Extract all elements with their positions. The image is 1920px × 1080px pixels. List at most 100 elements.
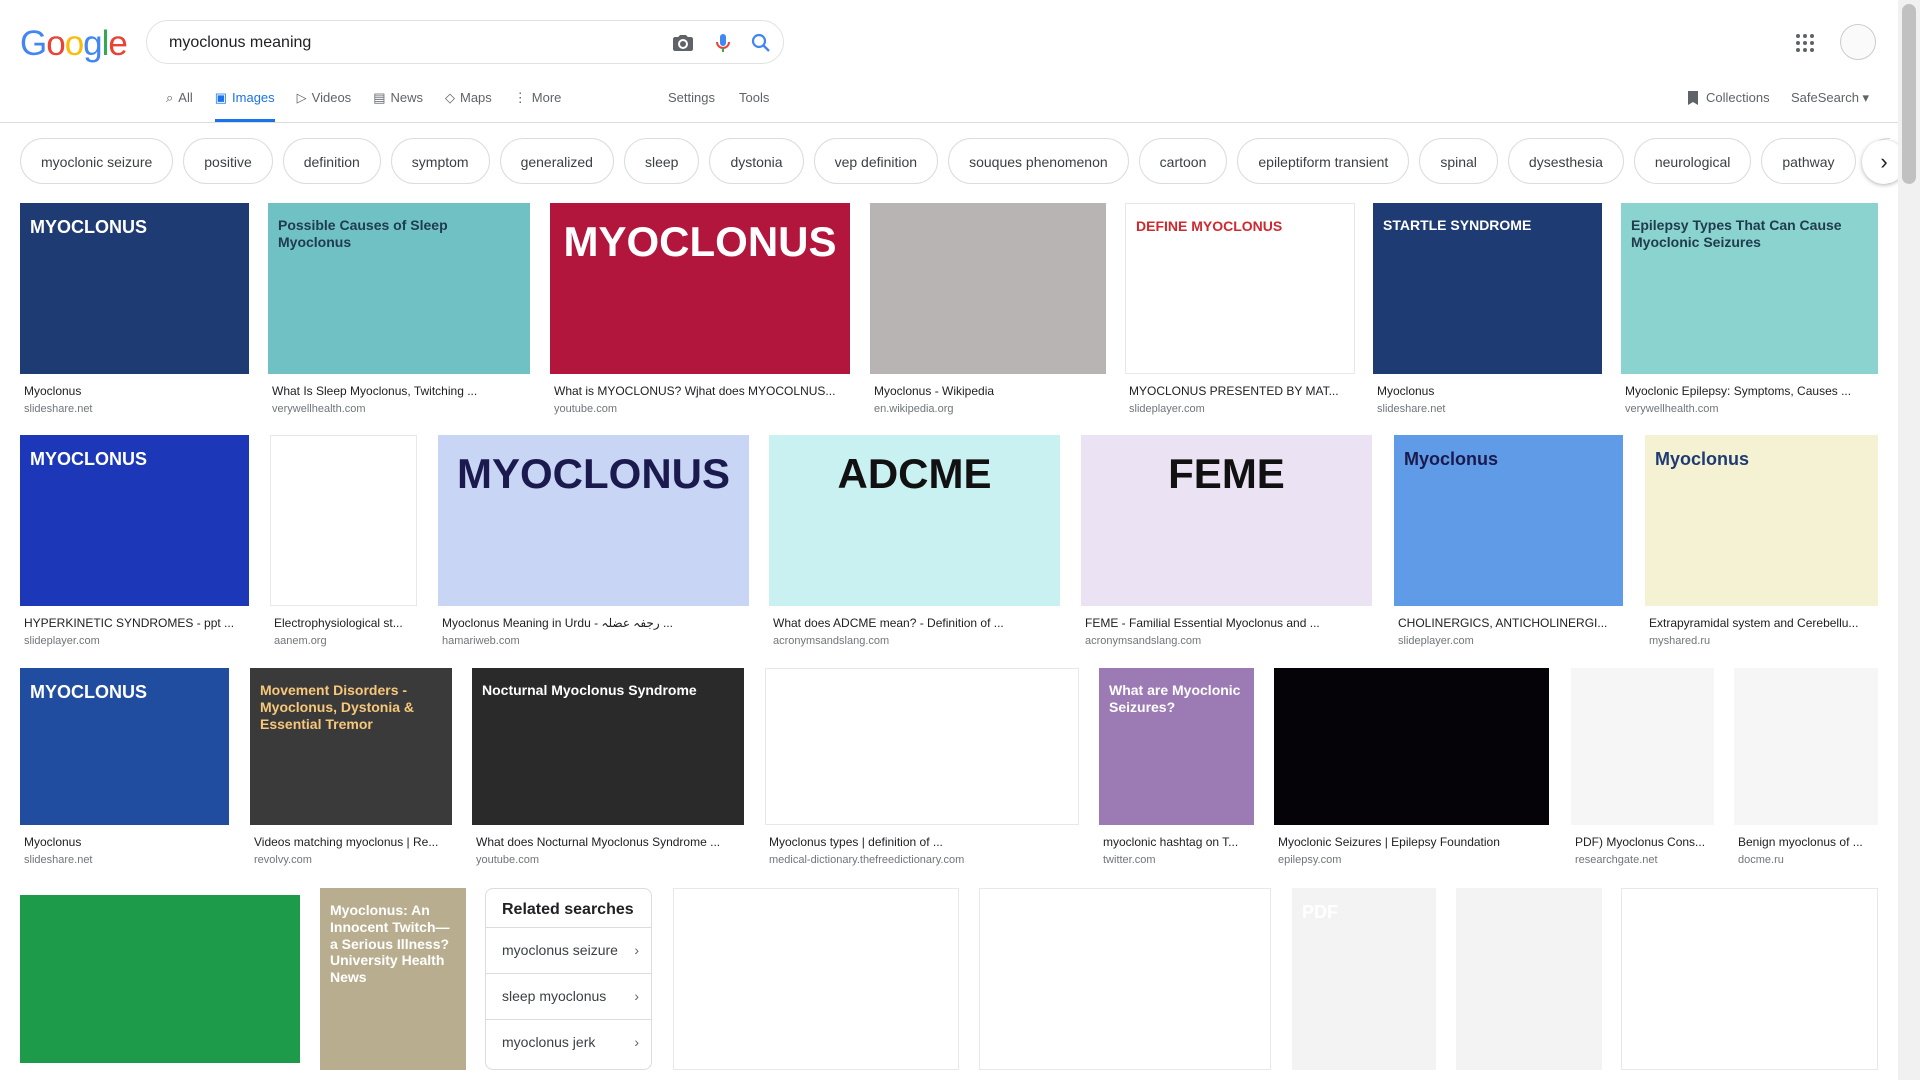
chip-definition[interactable]: definition bbox=[282, 138, 381, 184]
result-thumbnail[interactable] bbox=[1621, 888, 1878, 1070]
result-title[interactable]: Myoclonus bbox=[1377, 384, 1598, 398]
result-thumbnail[interactable]: MYOCLONUS bbox=[20, 668, 229, 825]
result-title[interactable]: Videos matching myoclonus | Re... bbox=[254, 835, 448, 849]
result-thumbnail[interactable]: Myoclonus bbox=[1394, 435, 1623, 606]
tab-maps[interactable]: ◇ Maps bbox=[445, 90, 492, 122]
result-thumbnail[interactable] bbox=[979, 888, 1271, 1070]
safesearch-menu[interactable]: SafeSearch ▾ bbox=[1791, 90, 1869, 106]
result-source[interactable]: slideplayer.com bbox=[24, 635, 245, 647]
chip-neurological[interactable]: neurological bbox=[1633, 138, 1752, 184]
search-box[interactable] bbox=[146, 20, 784, 64]
related-search-item[interactable]: sleep myoclonus › bbox=[486, 973, 651, 1019]
result-source[interactable]: slideplayer.com bbox=[1129, 403, 1351, 415]
result-title[interactable]: FEME - Familial Essential Myoclonus and … bbox=[1085, 616, 1368, 630]
collections-link[interactable]: Collections bbox=[1706, 90, 1770, 105]
collections-icon[interactable] bbox=[1686, 90, 1700, 109]
result-source[interactable]: en.wikipedia.org bbox=[874, 403, 1102, 415]
chip-dystonia[interactable]: dystonia bbox=[709, 138, 804, 184]
result-title[interactable]: What Is Sleep Myoclonus, Twitching ... bbox=[272, 384, 526, 398]
result-thumbnail[interactable]: Myoclonus bbox=[1645, 435, 1878, 606]
camera-icon[interactable] bbox=[671, 31, 695, 55]
result-thumbnail[interactable] bbox=[870, 203, 1106, 374]
avatar[interactable] bbox=[1840, 24, 1876, 60]
result-source[interactable]: verywellhealth.com bbox=[272, 403, 526, 415]
tab-more[interactable]: ⋮ More bbox=[514, 90, 562, 122]
result-thumbnail[interactable] bbox=[270, 435, 417, 606]
chip-vep-definition[interactable]: vep definition bbox=[813, 138, 939, 184]
result-source[interactable]: aanem.org bbox=[274, 635, 413, 647]
result-thumbnail[interactable]: Movement Disorders - Myoclonus, Dystonia… bbox=[250, 668, 452, 825]
result-thumbnail[interactable]: What are Myoclonic Seizures? bbox=[1099, 668, 1254, 825]
result-title[interactable]: What does ADCME mean? - Definition of ..… bbox=[773, 616, 1056, 630]
settings-link[interactable]: Settings bbox=[668, 90, 715, 105]
result-source[interactable]: docme.ru bbox=[1738, 854, 1874, 866]
result-source[interactable]: slideshare.net bbox=[1377, 403, 1598, 415]
result-thumbnail[interactable]: Possible Causes of Sleep Myoclonus bbox=[268, 203, 530, 374]
chip-cartoon[interactable]: cartoon bbox=[1138, 138, 1228, 184]
result-title[interactable]: Benign myoclonus of ... bbox=[1738, 835, 1874, 849]
result-thumbnail[interactable] bbox=[20, 895, 300, 1063]
result-title[interactable]: myoclonic hashtag on T... bbox=[1103, 835, 1250, 849]
tools-link[interactable]: Tools bbox=[739, 90, 769, 105]
related-search-item[interactable]: myoclonus jerk › bbox=[486, 1019, 651, 1065]
result-source[interactable]: epilepsy.com bbox=[1278, 854, 1545, 866]
result-title[interactable]: What does Nocturnal Myoclonus Syndrome .… bbox=[476, 835, 740, 849]
result-source[interactable]: acronymsandslang.com bbox=[773, 635, 1056, 647]
result-title[interactable]: Myoclonus - Wikipedia bbox=[874, 384, 1102, 398]
result-thumbnail[interactable]: MYOCLONUS bbox=[438, 435, 749, 606]
result-title[interactable]: Myoclonic Seizures | Epilepsy Foundation bbox=[1278, 835, 1545, 849]
result-thumbnail[interactable] bbox=[1734, 668, 1878, 825]
search-icon[interactable] bbox=[749, 31, 773, 55]
tab-images[interactable]: ▣ Images bbox=[214, 90, 275, 122]
result-source[interactable]: twitter.com bbox=[1103, 854, 1250, 866]
result-source[interactable]: revolvy.com bbox=[254, 854, 448, 866]
chip-pathway[interactable]: pathway bbox=[1761, 138, 1856, 184]
result-thumbnail[interactable]: Nocturnal Myoclonus Syndrome bbox=[472, 668, 744, 825]
result-source[interactable]: medical-dictionary.thefreedictionary.com bbox=[769, 854, 1075, 866]
result-title[interactable]: Myoclonus bbox=[24, 835, 225, 849]
related-search-item[interactable]: myoclonus seizure › bbox=[486, 927, 651, 973]
result-title[interactable]: MYOCLONUS PRESENTED BY MAT... bbox=[1129, 384, 1351, 398]
result-thumbnail[interactable] bbox=[1274, 668, 1549, 825]
chip-souques-phenomenon[interactable]: souques phenomenon bbox=[948, 138, 1129, 184]
result-title[interactable]: Myoclonic Epilepsy: Symptoms, Causes ... bbox=[1625, 384, 1874, 398]
result-thumbnail[interactable]: PDF bbox=[1292, 888, 1436, 1070]
result-thumbnail[interactable]: Epilepsy Types That Can Cause Myoclonic … bbox=[1621, 203, 1878, 374]
result-thumbnail[interactable] bbox=[673, 888, 959, 1070]
scrollbar[interactable] bbox=[1898, 0, 1920, 1080]
chip-spinal[interactable]: spinal bbox=[1419, 138, 1498, 184]
result-thumbnail[interactable]: FEME bbox=[1081, 435, 1372, 606]
result-thumbnail[interactable]: STARTLE SYNDROME bbox=[1373, 203, 1602, 374]
tab-news[interactable]: ▤ News bbox=[373, 90, 423, 122]
result-source[interactable]: myshared.ru bbox=[1649, 635, 1874, 647]
result-source[interactable]: youtube.com bbox=[554, 403, 846, 415]
result-title[interactable]: What is MYOCLONUS? Wjhat does MYOCOLNUS.… bbox=[554, 384, 846, 398]
tab-videos[interactable]: ▷ Videos bbox=[297, 90, 352, 122]
chip-epileptiform-transient[interactable]: epileptiform transient bbox=[1237, 138, 1410, 184]
result-source[interactable]: slideplayer.com bbox=[1398, 635, 1619, 647]
chip-sleep[interactable]: sleep bbox=[623, 138, 700, 184]
result-thumbnail[interactable]: ADCME bbox=[769, 435, 1060, 606]
search-input[interactable] bbox=[167, 31, 631, 55]
microphone-icon[interactable] bbox=[711, 31, 735, 55]
result-thumbnail[interactable]: DEFINE MYOCLONUS bbox=[1125, 203, 1355, 374]
google-logo[interactable]: Google bbox=[20, 24, 128, 64]
chip-myoclonic-seizure[interactable]: myoclonic seizure bbox=[20, 138, 174, 184]
result-thumbnail[interactable] bbox=[765, 668, 1079, 825]
result-title[interactable]: PDF) Myoclonus Cons... bbox=[1575, 835, 1710, 849]
chip-generalized[interactable]: generalized bbox=[499, 138, 614, 184]
chip-positive[interactable]: positive bbox=[183, 138, 273, 184]
result-title[interactable]: CHOLINERGICS, ANTICHOLINERGI... bbox=[1398, 616, 1619, 630]
result-source[interactable]: acronymsandslang.com bbox=[1085, 635, 1368, 647]
apps-grid-icon[interactable] bbox=[1795, 33, 1815, 53]
result-source[interactable]: slideshare.net bbox=[24, 403, 245, 415]
result-title[interactable]: Electrophysiological st... bbox=[274, 616, 413, 630]
chip-dysesthesia[interactable]: dysesthesia bbox=[1507, 138, 1624, 184]
result-source[interactable]: hamariweb.com bbox=[442, 635, 745, 647]
result-title[interactable]: Myoclonus bbox=[24, 384, 245, 398]
result-thumbnail[interactable]: MYOCLONUS bbox=[20, 203, 249, 374]
result-title[interactable]: Extrapyramidal system and Cerebellu... bbox=[1649, 616, 1874, 630]
result-thumbnail[interactable] bbox=[1456, 888, 1602, 1070]
result-thumbnail[interactable]: MYOCLONUS bbox=[550, 203, 850, 374]
result-thumbnail[interactable] bbox=[1571, 668, 1714, 825]
